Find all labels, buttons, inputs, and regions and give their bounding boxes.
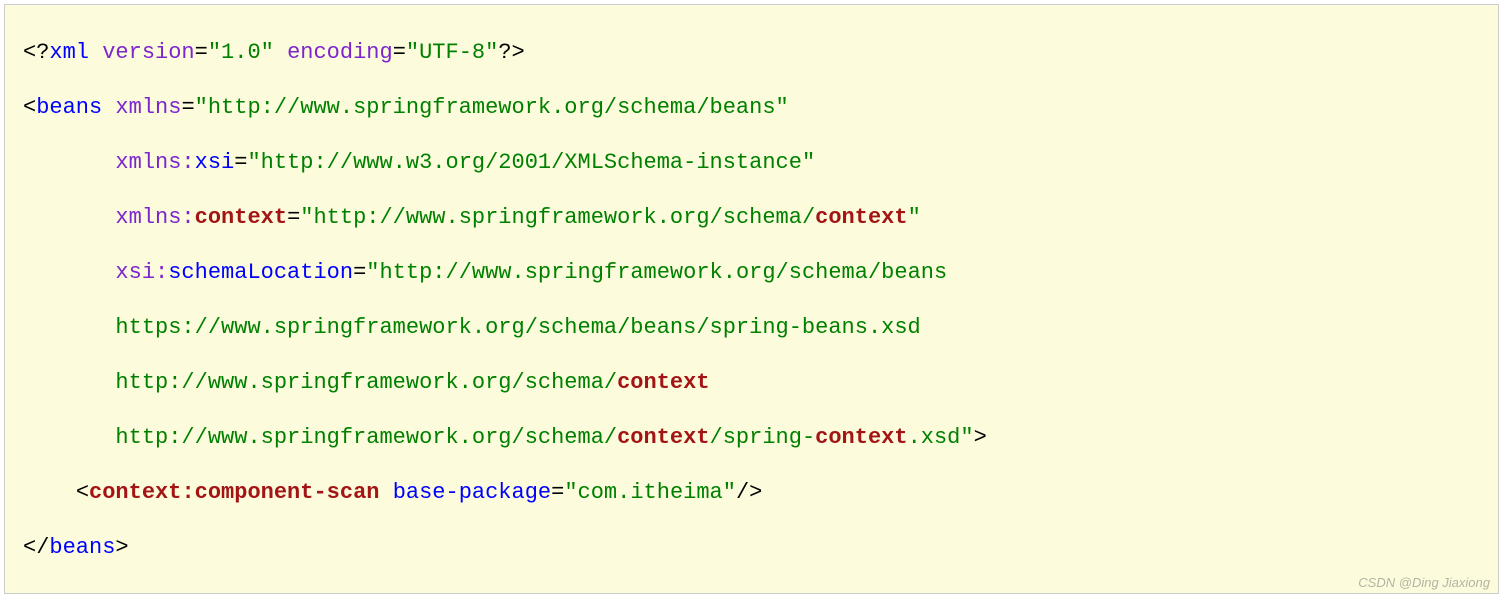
val-schemaloc-1: http://www.springframework.org/schema/be…: [379, 260, 947, 285]
code-line-7: http://www.springframework.org/schema/co…: [23, 370, 710, 395]
val-encoding: "UTF-8": [406, 40, 498, 65]
val-xmlns-xsi: "http://www.w3.org/2001/XMLSchema-instan…: [247, 150, 815, 175]
tag-context-prefix: context: [89, 480, 181, 505]
code-line-4: xmlns:context="http://www.springframewor…: [23, 205, 921, 230]
val-base-package: "com.itheima": [564, 480, 736, 505]
watermark-text: CSDN @Ding Jiaxiong: [1358, 576, 1490, 589]
xml-code-block: <?xml version="1.0" encoding="UTF-8"?> <…: [4, 4, 1499, 594]
code-line-1: <?xml version="1.0" encoding="UTF-8"?>: [23, 40, 525, 65]
tag-beans-open: beans: [36, 95, 102, 120]
attr-base-package: base-package: [393, 480, 551, 505]
code-line-5: xsi:schemaLocation="http://www.springfra…: [23, 260, 947, 285]
attr-version: version: [102, 40, 194, 65]
val-schemaloc-3-ctx: context: [617, 370, 709, 395]
val-xmlns-beans: "http://www.springframework.org/schema/b…: [195, 95, 789, 120]
punct-open-pi: <?: [23, 40, 49, 65]
val-schemaloc-3-pre: http://www.springframework.org/schema/: [115, 370, 617, 395]
attr-xmlns-prefix: xmlns:: [115, 150, 194, 175]
code-line-8: http://www.springframework.org/schema/co…: [23, 425, 987, 450]
tag-xml: xml: [49, 40, 89, 65]
val-xmlns-context-kw: context: [815, 205, 907, 230]
ns-xsi-prefix: xsi:: [115, 260, 168, 285]
ns-context: context: [195, 205, 287, 230]
attr-encoding: encoding: [287, 40, 393, 65]
attr-xmlns: xmlns: [115, 95, 181, 120]
val-schemaloc-2: https://www.springframework.org/schema/b…: [115, 315, 920, 340]
tag-beans-close: beans: [49, 535, 115, 560]
code-line-6: https://www.springframework.org/schema/b…: [23, 315, 921, 340]
ns-xsi: xsi: [195, 150, 235, 175]
val-xmlns-context-pre: http://www.springframework.org/schema/: [313, 205, 815, 230]
punct-close-pi: ?>: [498, 40, 524, 65]
code-line-2: <beans xmlns="http://www.springframework…: [23, 95, 789, 120]
code-line-9: <context:component-scan base-package="co…: [23, 480, 762, 505]
val-schemaloc-4-pre: http://www.springframework.org/schema/: [115, 425, 617, 450]
code-line-10: </beans>: [23, 535, 129, 560]
code-line-3: xmlns:xsi="http://www.w3.org/2001/XMLSch…: [23, 150, 815, 175]
attr-schemalocation: schemaLocation: [168, 260, 353, 285]
tag-component-scan: component-scan: [195, 480, 380, 505]
val-version: "1.0": [208, 40, 274, 65]
